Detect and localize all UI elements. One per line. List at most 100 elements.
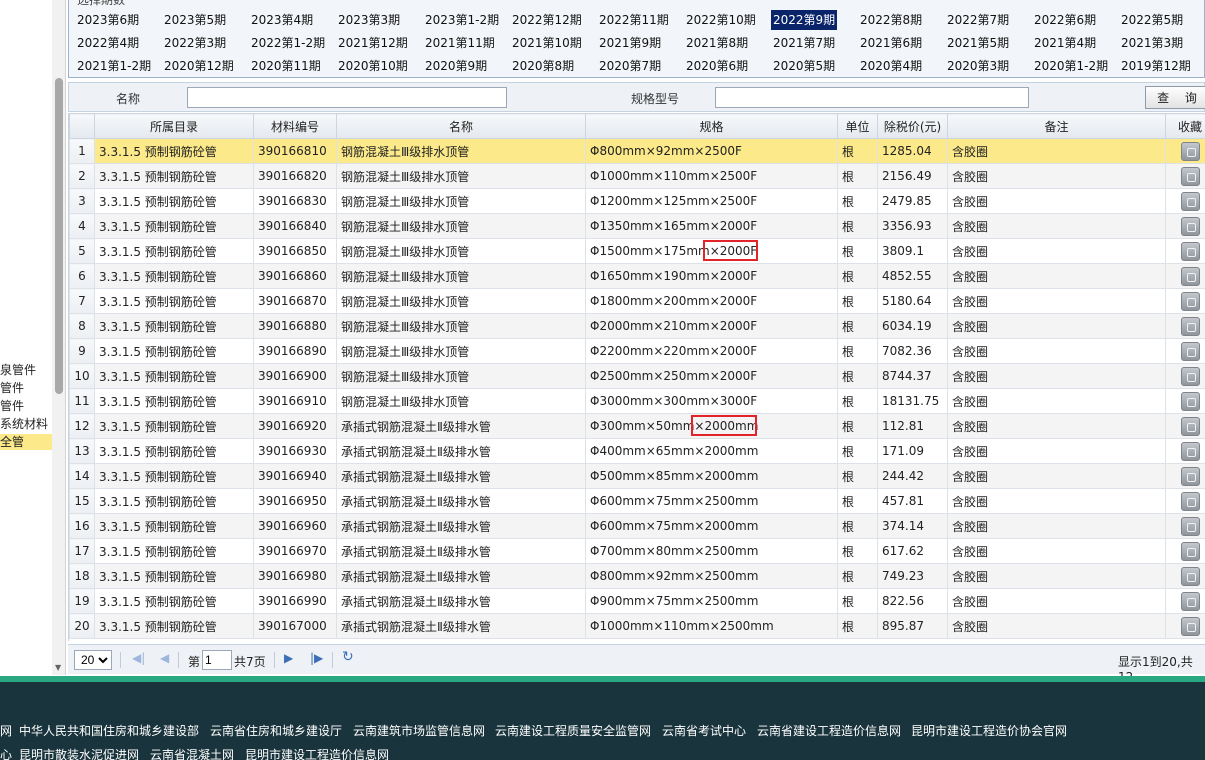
- period-option[interactable]: 2021第7期: [773, 33, 835, 53]
- table-row-selected[interactable]: 1 3.3.1.5 预制钢筋砼管 390166810 钢筋混凝土Ⅲ级排水顶管 Φ800m…: [69, 138, 1205, 164]
- period-option[interactable]: 2021第3期: [1121, 33, 1183, 53]
- favorite-icon[interactable]: [1180, 566, 1200, 586]
- period-option[interactable]: 2023第1-2期: [425, 10, 499, 30]
- period-option[interactable]: 2020第11期: [251, 56, 321, 76]
- table-row[interactable]: 18 3.3.1.5 预制钢筋砼管 390166980 承插式钢筋混凝土Ⅱ级排水管 Φ8…: [69, 563, 1205, 589]
- period-option[interactable]: 2023第5期: [164, 10, 226, 30]
- period-option[interactable]: 2022第6期: [1034, 10, 1096, 30]
- period-option[interactable]: 2022第4期: [77, 33, 139, 53]
- favorite-icon[interactable]: [1180, 516, 1200, 536]
- favorite-icon[interactable]: [1180, 541, 1200, 561]
- favorite-icon[interactable]: [1180, 191, 1200, 211]
- scrollbar-thumb[interactable]: [55, 78, 63, 394]
- footer-link[interactable]: 云南省建设工程造价信息网: [757, 722, 901, 739]
- table-row[interactable]: 8 3.3.1.5 预制钢筋砼管 390166880 钢筋混凝土Ⅲ级排水顶管 Φ2000…: [69, 313, 1205, 339]
- footer-link[interactable]: 昆明市建设工程造价信息网: [245, 746, 389, 760]
- period-option[interactable]: 2021第10期: [512, 33, 582, 53]
- favorite-icon[interactable]: [1180, 491, 1200, 511]
- period-option[interactable]: 2020第1-2期: [1034, 56, 1108, 76]
- period-option[interactable]: 2020第4期: [860, 56, 922, 76]
- period-option[interactable]: 2020第7期: [599, 56, 661, 76]
- period-option[interactable]: 2022第5期: [1121, 10, 1183, 30]
- footer-link[interactable]: 中华人民共和国住房和城乡建设部: [19, 722, 199, 739]
- period-option[interactable]: 2019第12期: [1121, 56, 1191, 76]
- prev-page-icon[interactable]: ◀: [160, 651, 169, 665]
- tree-item[interactable]: 泉管件: [0, 362, 52, 378]
- period-option[interactable]: 2022第11期: [599, 10, 669, 30]
- table-row[interactable]: 6 3.3.1.5 预制钢筋砼管 390166860 钢筋混凝土Ⅲ级排水顶管 Φ1650…: [69, 263, 1205, 289]
- favorite-icon[interactable]: [1180, 616, 1200, 636]
- tree-item[interactable]: 管件: [0, 398, 52, 414]
- period-option[interactable]: 2020第3期: [947, 56, 1009, 76]
- name-search-input[interactable]: [187, 87, 507, 108]
- period-option[interactable]: 2021第11期: [425, 33, 495, 53]
- col-header-code[interactable]: 材料编号: [253, 113, 337, 139]
- footer-link[interactable]: 云南省考试中心: [662, 722, 746, 739]
- last-page-icon[interactable]: |▶: [310, 651, 323, 665]
- period-option[interactable]: 2021第6期: [860, 33, 922, 53]
- footer-link[interactable]: 心: [0, 746, 12, 760]
- favorite-icon[interactable]: [1180, 241, 1200, 261]
- footer-link[interactable]: 云南省住房和城乡建设厅: [210, 722, 342, 739]
- favorite-icon[interactable]: [1180, 291, 1200, 311]
- favorite-icon[interactable]: [1180, 341, 1200, 361]
- col-header-unit[interactable]: 单位: [837, 113, 878, 139]
- period-option[interactable]: 2021第1-2期: [77, 56, 151, 76]
- tree-item[interactable]: 系统材料: [0, 416, 52, 432]
- next-page-icon[interactable]: ▶: [284, 651, 293, 665]
- favorite-icon[interactable]: [1180, 141, 1200, 161]
- favorite-icon[interactable]: [1180, 391, 1200, 411]
- tree-scrollbar[interactable]: ▼: [52, 0, 65, 675]
- table-row[interactable]: 20 3.3.1.5 预制钢筋砼管 390167000 承插式钢筋混凝土Ⅱ级排水管 Φ1…: [69, 613, 1205, 639]
- spec-search-input[interactable]: [715, 87, 1029, 108]
- period-option[interactable]: 2021第8期: [686, 33, 748, 53]
- favorite-icon[interactable]: [1180, 216, 1200, 236]
- table-row[interactable]: 17 3.3.1.5 预制钢筋砼管 390166970 承插式钢筋混凝土Ⅱ级排水管 Φ7…: [69, 538, 1205, 564]
- table-row[interactable]: 13 3.3.1.5 预制钢筋砼管 390166930 承插式钢筋混凝土Ⅱ级排水管 Φ4…: [69, 438, 1205, 464]
- period-option[interactable]: 2023第6期: [77, 10, 139, 30]
- table-row[interactable]: 12 3.3.1.5 预制钢筋砼管 390166920 承插式钢筋混凝土Ⅱ级排水管 Φ3…: [69, 413, 1205, 439]
- footer-link[interactable]: 云南省混凝土网: [150, 746, 234, 760]
- period-option[interactable]: 2023第4期: [251, 10, 313, 30]
- favorite-icon[interactable]: [1180, 266, 1200, 286]
- footer-link[interactable]: 昆明市建设工程造价协会官网: [911, 722, 1067, 739]
- table-row[interactable]: 10 3.3.1.5 预制钢筋砼管 390166900 钢筋混凝土Ⅲ级排水顶管 Φ250…: [69, 363, 1205, 389]
- favorite-icon[interactable]: [1180, 166, 1200, 186]
- period-option-selected[interactable]: 2022第9期: [771, 10, 838, 30]
- table-row[interactable]: 2 3.3.1.5 预制钢筋砼管 390166820 钢筋混凝土Ⅲ级排水顶管 Φ1000…: [69, 163, 1205, 189]
- favorite-icon[interactable]: [1180, 416, 1200, 436]
- page-number-input[interactable]: [202, 650, 232, 670]
- footer-link[interactable]: 网: [0, 722, 12, 739]
- favorite-icon[interactable]: [1180, 591, 1200, 611]
- period-option[interactable]: 2022第8期: [860, 10, 922, 30]
- period-option[interactable]: 2020第10期: [338, 56, 408, 76]
- footer-link[interactable]: 云南建设工程质量安全监管网: [495, 722, 651, 739]
- favorite-icon[interactable]: [1180, 441, 1200, 461]
- table-row[interactable]: 11 3.3.1.5 预制钢筋砼管 390166910 钢筋混凝土Ⅲ级排水顶管 Φ300…: [69, 388, 1205, 414]
- footer-link[interactable]: 昆明市散装水泥促进网: [19, 746, 139, 760]
- col-header-price[interactable]: 除税价(元): [877, 113, 948, 139]
- period-option[interactable]: 2022第12期: [512, 10, 582, 30]
- col-header-name[interactable]: 名称: [336, 113, 586, 139]
- period-option[interactable]: 2021第12期: [338, 33, 408, 53]
- table-row[interactable]: 19 3.3.1.5 预制钢筋砼管 390166990 承插式钢筋混凝土Ⅱ级排水管 Φ9…: [69, 588, 1205, 614]
- period-option[interactable]: 2022第10期: [686, 10, 756, 30]
- period-option[interactable]: 2020第6期: [686, 56, 748, 76]
- period-option[interactable]: 2022第7期: [947, 10, 1009, 30]
- refresh-icon[interactable]: ↻: [342, 649, 354, 665]
- period-option[interactable]: 2023第3期: [338, 10, 400, 30]
- footer-link[interactable]: 云南建筑市场监管信息网: [353, 722, 485, 739]
- table-row[interactable]: 9 3.3.1.5 预制钢筋砼管 390166890 钢筋混凝土Ⅲ级排水顶管 Φ2200…: [69, 338, 1205, 364]
- table-row[interactable]: 16 3.3.1.5 预制钢筋砼管 390166960 承插式钢筋混凝土Ⅱ级排水管 Φ6…: [69, 513, 1205, 539]
- table-row[interactable]: 15 3.3.1.5 预制钢筋砼管 390166950 承插式钢筋混凝土Ⅱ级排水管 Φ6…: [69, 488, 1205, 514]
- favorite-icon[interactable]: [1180, 366, 1200, 386]
- table-row[interactable]: 4 3.3.1.5 预制钢筋砼管 390166840 钢筋混凝土Ⅲ级排水顶管 Φ1350…: [69, 213, 1205, 239]
- scroll-down-icon[interactable]: ▼: [55, 663, 61, 672]
- period-option[interactable]: 2020第12期: [164, 56, 234, 76]
- col-header-directory[interactable]: 所属目录: [94, 113, 254, 139]
- period-option[interactable]: 2021第4期: [1034, 33, 1096, 53]
- period-option[interactable]: 2021第5期: [947, 33, 1009, 53]
- period-option[interactable]: 2020第5期: [773, 56, 835, 76]
- table-row[interactable]: 3 3.3.1.5 预制钢筋砼管 390166830 钢筋混凝土Ⅲ级排水顶管 Φ1200…: [69, 188, 1205, 214]
- page-size-select[interactable]: 20: [74, 650, 112, 670]
